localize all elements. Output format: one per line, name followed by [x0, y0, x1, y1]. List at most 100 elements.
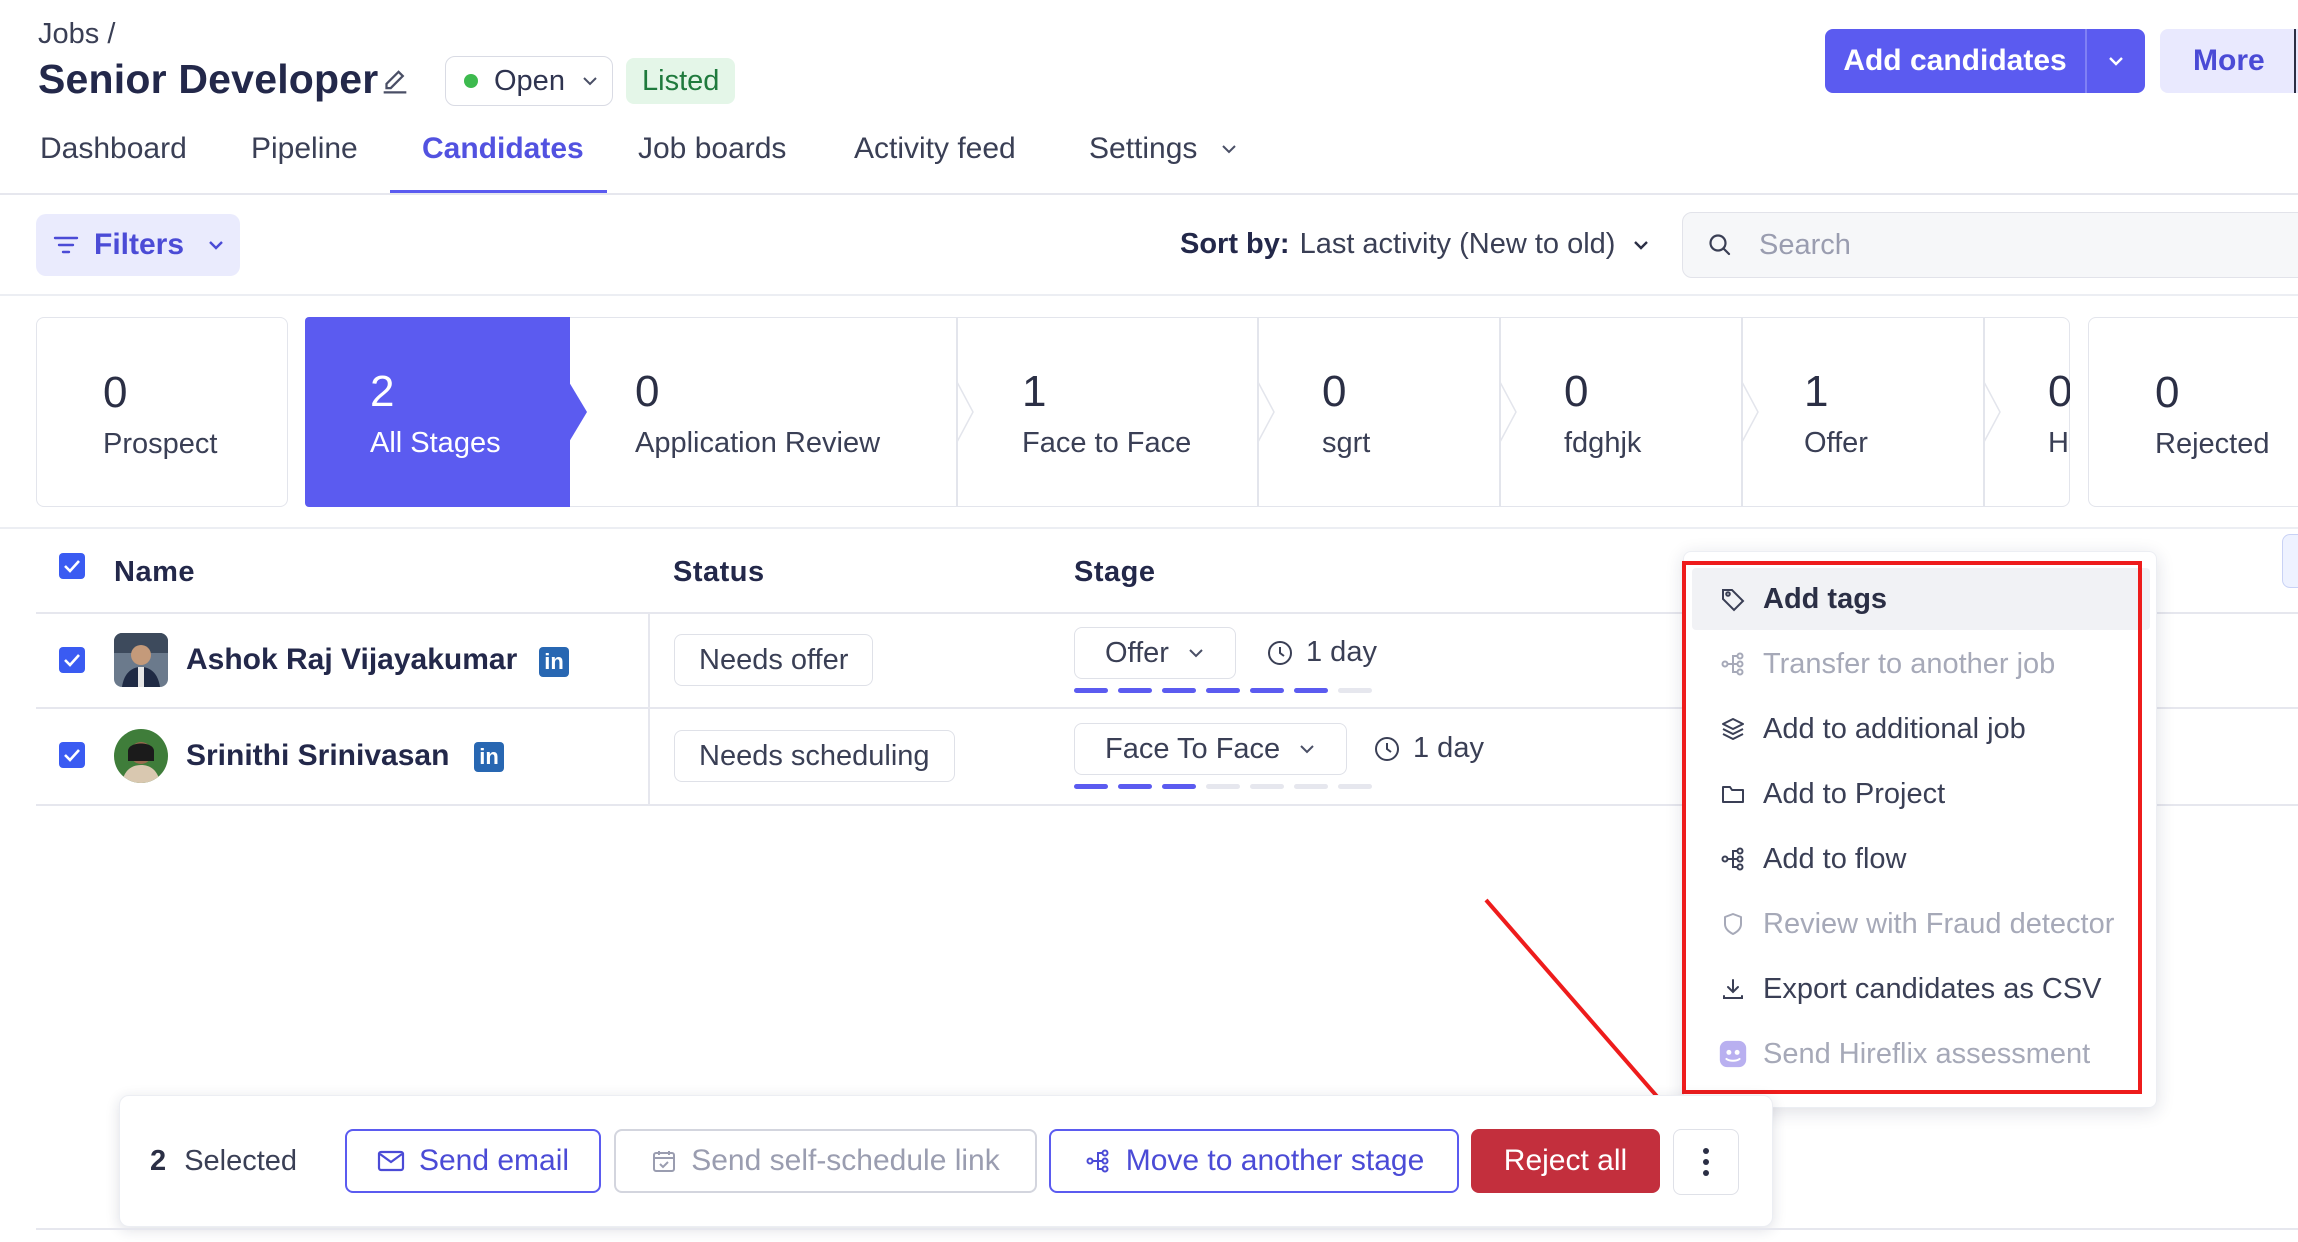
linkedin-icon[interactable]: in	[539, 647, 569, 677]
stage-count: 1	[1022, 367, 1047, 416]
stage-label: H	[2048, 427, 2069, 459]
stage-card-prospect[interactable]: 0 Prospect	[36, 317, 288, 507]
tab-dashboard[interactable]: Dashboard	[40, 132, 187, 166]
stage-count: 1	[1804, 367, 1829, 416]
stage-count: 0	[635, 367, 660, 416]
select-all-checkbox[interactable]	[59, 553, 85, 579]
checkmark-icon	[64, 654, 80, 667]
row-checkbox[interactable]	[59, 647, 85, 673]
stage-label: Offer	[1804, 427, 1868, 459]
job-status-label: Open	[494, 64, 565, 97]
tab-candidates[interactable]: Candidates	[422, 132, 584, 166]
toolbar-divider	[0, 294, 2298, 296]
tab-settings[interactable]: Settings	[1089, 132, 1239, 166]
chevron-down-icon	[2108, 57, 2123, 66]
stages-divider	[0, 527, 2298, 529]
tab-pipeline[interactable]: Pipeline	[251, 132, 358, 166]
status-badge: Needs scheduling	[674, 730, 955, 782]
progress-segment	[1206, 688, 1240, 693]
row-checkbox[interactable]	[59, 742, 85, 768]
more-actions-button[interactable]	[1673, 1129, 1739, 1195]
more-button[interactable]: More	[2160, 29, 2298, 93]
search-input[interactable]	[1759, 228, 2259, 262]
stage-dropdown-label: Offer	[1105, 636, 1169, 669]
stage-card-h[interactable]: 0 H	[1984, 317, 2070, 507]
send-self-schedule-label: Send self-schedule link	[691, 1144, 1000, 1177]
filters-label: Filters	[94, 228, 185, 261]
duration-label: 1 day	[1413, 732, 1484, 764]
flow-icon	[1084, 1148, 1112, 1174]
progress-segment	[1162, 784, 1196, 789]
stage-card-application-review[interactable]: 0 Application Review	[570, 317, 956, 507]
progress-segment	[1206, 784, 1240, 789]
send-email-button[interactable]: Send email	[345, 1129, 601, 1193]
job-status-dropdown[interactable]: Open	[445, 56, 613, 106]
mail-icon	[377, 1150, 405, 1172]
stage-card-fdghjk[interactable]: 0 fdghjk	[1500, 317, 1741, 507]
progress-segment	[1294, 688, 1328, 693]
filters-button[interactable]: Filters	[36, 214, 240, 276]
stage-card-sgrt[interactable]: 0 sgrt	[1258, 317, 1499, 507]
stage-count: 2	[370, 367, 395, 416]
stage-count: 0	[1564, 367, 1589, 416]
kebab-menu-icon	[1703, 1148, 1709, 1176]
selected-label: Selected	[184, 1145, 298, 1177]
linkedin-icon[interactable]: in	[474, 742, 504, 772]
calendar-icon	[651, 1148, 677, 1174]
add-candidates-button[interactable]: Add candidates	[1825, 29, 2145, 93]
selected-count: 2 Selected	[150, 1145, 297, 1178]
checkmark-icon	[64, 749, 80, 762]
checkmark-icon	[64, 560, 80, 573]
tab-job-boards[interactable]: Job boards	[638, 132, 786, 166]
stage-card-offer[interactable]: 1 Offer	[1742, 317, 1983, 507]
highlight-box	[1682, 561, 2142, 1094]
add-candidates-label: Add candidates	[1843, 44, 2067, 77]
more-button-separator	[2294, 29, 2296, 93]
edit-icon[interactable]	[378, 64, 412, 98]
column-header-status[interactable]: Status	[673, 556, 765, 589]
stage-label: All Stages	[370, 427, 501, 459]
breadcrumb[interactable]: Jobs /	[38, 18, 115, 51]
avatar	[114, 633, 168, 687]
stage-label: Application Review	[635, 427, 881, 459]
send-self-schedule-button[interactable]: Send self-schedule link	[614, 1129, 1037, 1193]
stage-count: 0	[1322, 367, 1347, 416]
stage-label: Prospect	[103, 428, 218, 460]
stage-card-face-to-face[interactable]: 1 Face to Face	[957, 317, 1257, 507]
chevron-down-icon	[209, 241, 223, 250]
candidate-name[interactable]: Srinithi Srinivasan	[186, 739, 449, 773]
move-stage-label: Move to another stage	[1125, 1144, 1425, 1177]
clock-icon	[1375, 736, 1399, 761]
stage-duration: 1 day	[1373, 732, 1484, 765]
column-settings-button[interactable]	[2282, 534, 2298, 588]
move-stage-button[interactable]: Move to another stage	[1049, 1129, 1459, 1193]
active-tab-indicator	[390, 190, 607, 193]
add-candidates-dropdown[interactable]	[2087, 54, 2146, 68]
listed-badge: Listed	[626, 58, 736, 104]
progress-segment	[1338, 688, 1372, 693]
column-header-stage[interactable]: Stage	[1074, 556, 1155, 589]
tab-activity-feed[interactable]: Activity feed	[854, 132, 1016, 166]
sort-dropdown[interactable]: Sort by: Last activity (New to old)	[1180, 228, 1651, 261]
status-dot	[464, 74, 478, 88]
stage-label: sgrt	[1322, 427, 1371, 459]
column-divider	[648, 612, 650, 805]
candidate-name[interactable]: Ashok Raj Vijayakumar	[186, 643, 517, 677]
stage-card-rejected[interactable]: 0 Rejected	[2088, 317, 2298, 507]
stage-dropdown[interactable]: Offer	[1074, 627, 1236, 679]
search-box[interactable]	[1682, 212, 2298, 278]
filter-icon	[53, 236, 79, 254]
chevron-down-icon	[1222, 145, 1237, 154]
bottom-divider	[36, 1228, 2298, 1230]
stage-count: 0	[2155, 368, 2180, 417]
chevron-down-icon	[1300, 745, 1314, 754]
chevron-down-icon	[1634, 240, 1649, 250]
progress-segment	[1118, 688, 1152, 693]
stage-label: Rejected	[2155, 428, 2270, 460]
column-header-name[interactable]: Name	[114, 556, 195, 589]
stage-card-all-stages[interactable]: 2 All Stages	[305, 317, 570, 507]
send-email-label: Send email	[418, 1144, 570, 1177]
stage-dropdown[interactable]: Face To Face	[1074, 723, 1348, 775]
reject-all-button[interactable]: Reject all	[1471, 1129, 1660, 1193]
stage-count: 0	[2048, 367, 2070, 416]
